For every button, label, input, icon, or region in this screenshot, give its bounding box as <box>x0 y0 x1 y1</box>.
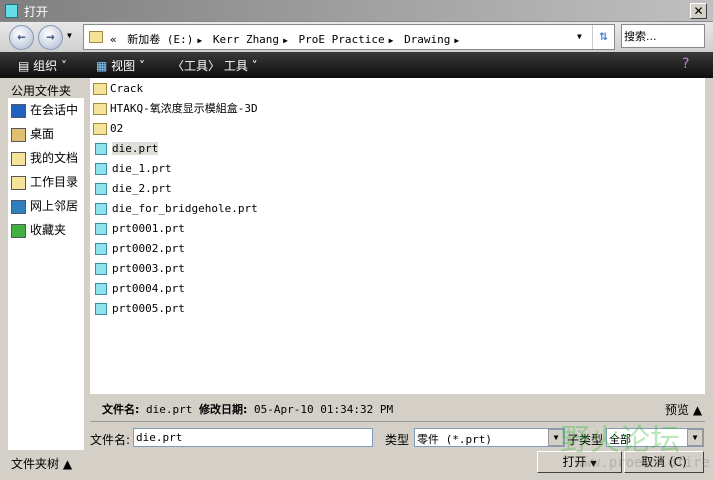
file-item[interactable]: prt0002.prt <box>93 240 185 258</box>
breadcrumb: « 新加卷 (E:) ▶ Kerr Zhang ▶ ProE Practice ▶ D… <box>110 31 463 47</box>
sidebar-item-network[interactable]: 网上邻居 <box>11 197 78 217</box>
breadcrumb-drive[interactable]: 新加卷 (E:) <box>127 33 193 46</box>
scrollbar[interactable] <box>705 78 713 394</box>
sidebar-item-session[interactable]: 在会话中 <box>11 101 78 121</box>
chevron-right-icon[interactable]: ▶ <box>454 36 459 45</box>
file-item[interactable]: prt0005.prt <box>93 300 185 318</box>
network-icon <box>11 199 26 214</box>
working-directory-icon <box>11 175 26 190</box>
desktop-icon <box>11 127 26 142</box>
chevron-down-icon[interactable]: ▼ <box>687 429 703 446</box>
file-item[interactable]: die_2.prt <box>93 180 172 198</box>
sidebar-item-favorites[interactable]: 收藏夹 <box>11 221 66 241</box>
chevron-right-icon[interactable]: ▶ <box>197 36 202 45</box>
tools-menu[interactable]: 〈工具〉 工具 ˅ <box>172 57 258 74</box>
file-list: Crack HTAKQ-氧浓度显示模組盒-3D 02 die.prt die_1… <box>90 78 705 394</box>
sidebar-item-working-directory[interactable]: 工作目录 <box>11 173 78 193</box>
toolbar: ▤ 组织 ˅ ▦ 视图 ˅ 〈工具〉 工具 ˅ ? <box>0 52 713 78</box>
part-file-icon <box>95 303 107 315</box>
sidebar-item-desktop[interactable]: 桌面 <box>11 125 54 145</box>
watermark-url: www.proewildfire.cn <box>575 455 713 471</box>
file-details: 文件名: die.prt 修改日期: 05-Apr-10 01:34:32 PM <box>102 403 394 416</box>
sidebar-header: 公用文件夹 <box>11 84 72 98</box>
folder-tree-toggle[interactable]: 文件夹树 ▲ <box>11 455 72 472</box>
filename-label: 文件名: <box>90 433 131 447</box>
file-item[interactable]: prt0001.prt <box>93 220 185 238</box>
views-menu[interactable]: ▦ 视图 ˅ <box>96 57 145 74</box>
folder-icon <box>93 123 107 135</box>
organize-menu[interactable]: ▤ 组织 ˅ <box>18 57 67 74</box>
organize-icon: ▤ <box>18 59 34 73</box>
sidebar-list: 在会话中 桌面 我的文档 工作目录 网上邻居 收藏夹 <box>8 98 84 450</box>
file-item[interactable]: prt0004.prt <box>93 280 185 298</box>
window-title: 打开 <box>24 5 49 19</box>
part-file-icon <box>95 203 107 215</box>
part-file-icon <box>95 143 107 155</box>
folder-item[interactable]: HTAKQ-氧浓度显示模組盒-3D <box>93 100 258 118</box>
title-bar: 打开 ✕ <box>0 0 713 22</box>
part-file-icon <box>95 243 107 255</box>
part-file-icon <box>95 283 107 295</box>
my-documents-icon <box>11 151 26 166</box>
sidebar: 公用文件夹 在会话中 桌面 我的文档 工作目录 网上邻居 收藏夹 <box>0 78 88 450</box>
folder-item[interactable]: Crack <box>93 80 143 98</box>
close-button[interactable]: ✕ <box>690 3 707 19</box>
folder-icon <box>93 83 107 95</box>
breadcrumb-overflow[interactable]: « <box>110 33 117 46</box>
folder-icon <box>89 31 103 43</box>
app-icon <box>5 4 18 18</box>
search-input[interactable]: 搜索... <box>621 24 705 48</box>
address-dropdown-icon[interactable]: ▼ <box>577 32 582 41</box>
history-dropdown-icon[interactable]: ▼ <box>67 31 72 40</box>
help-icon[interactable]: ? <box>682 56 689 72</box>
breadcrumb-drawing[interactable]: Drawing <box>404 33 450 46</box>
session-icon <box>11 103 26 118</box>
folder-icon <box>93 103 107 115</box>
type-select[interactable]: 零件 (*.prt) ▼ <box>414 428 565 447</box>
favorites-icon <box>11 223 26 238</box>
views-icon: ▦ <box>96 59 112 73</box>
watermark: 野火论坛 <box>560 423 680 458</box>
chevron-right-icon[interactable]: ▶ <box>283 36 288 45</box>
folder-item[interactable]: 02 <box>93 120 123 138</box>
breadcrumb-kerr-zhang[interactable]: Kerr Zhang <box>213 33 279 46</box>
filename-input[interactable]: die.prt <box>133 428 373 447</box>
file-item[interactable]: die_for_bridgehole.prt <box>93 200 258 218</box>
part-file-icon <box>95 263 107 275</box>
refresh-icon[interactable]: ⇅ <box>592 25 614 49</box>
part-file-icon <box>95 223 107 235</box>
file-item[interactable]: die_1.prt <box>93 160 172 178</box>
part-file-icon <box>95 163 107 175</box>
part-file-icon <box>95 183 107 195</box>
file-item[interactable]: prt0003.prt <box>93 260 185 278</box>
forward-button[interactable]: → <box>38 25 63 50</box>
address-bar[interactable]: « 新加卷 (E:) ▶ Kerr Zhang ▶ ProE Practice ▶ D… <box>83 24 615 50</box>
file-item[interactable]: die.prt <box>93 140 159 158</box>
breadcrumb-proe-practice[interactable]: ProE Practice <box>299 33 385 46</box>
chevron-right-icon[interactable]: ▶ <box>389 36 394 45</box>
sidebar-item-my-documents[interactable]: 我的文档 <box>11 149 78 169</box>
back-button[interactable]: ← <box>9 25 34 50</box>
type-label: 类型 <box>385 433 410 447</box>
